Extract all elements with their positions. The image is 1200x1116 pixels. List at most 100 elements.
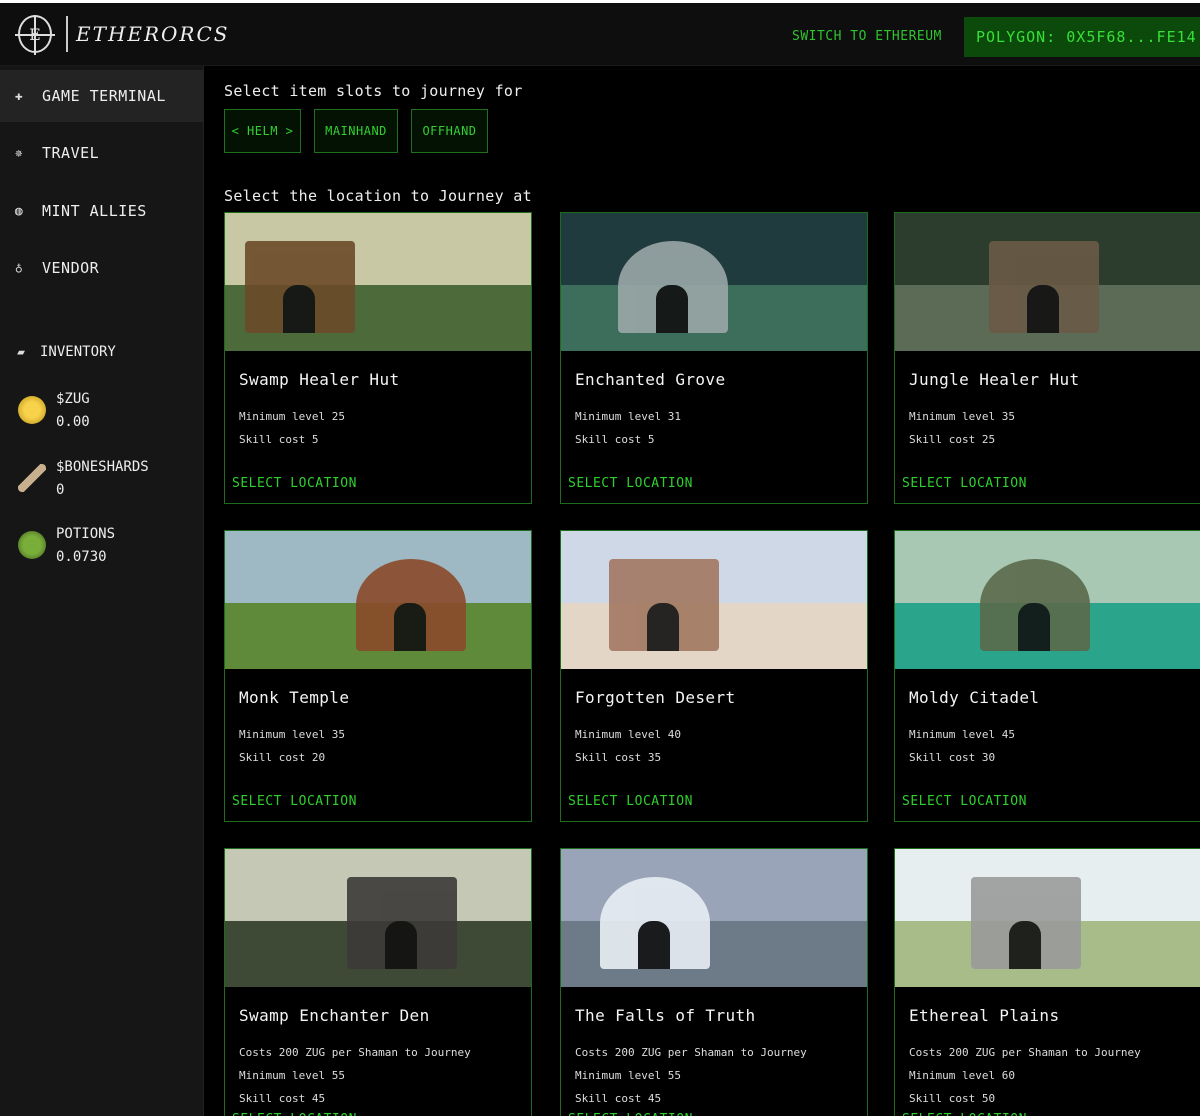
select-location-button[interactable]: SELECT LOCATION (902, 794, 1027, 809)
location-detail: Skill cost 30 (909, 751, 996, 764)
location-image (895, 849, 1200, 987)
location-detail: Skill cost 20 (239, 751, 326, 764)
location-image (895, 531, 1200, 669)
inventory-item-potions: POTIONS 0.0730 (18, 523, 115, 569)
select-location-button[interactable]: SELECT LOCATION (568, 794, 693, 809)
location-detail: Minimum level 55 (575, 1069, 681, 1082)
location-title: Monk Temple (239, 688, 350, 707)
slot-offhand-button[interactable]: OFFHAND (411, 109, 488, 153)
location-doorway (394, 603, 426, 651)
gamepad-icon: ✚ (14, 88, 24, 104)
inventory-item-value: 0.00 (56, 414, 90, 430)
location-doorway (385, 921, 417, 969)
location-card[interactable]: Jungle Healer Hut Minimum level 35 Skill c… (894, 212, 1200, 504)
location-detail: Minimum level 55 (239, 1069, 345, 1082)
slots-heading: Select item slots to journey for (224, 82, 523, 100)
location-detail: Skill cost 5 (239, 433, 319, 446)
location-detail: Skill cost 45 (239, 1092, 326, 1105)
location-detail: Minimum level 45 (909, 728, 1015, 741)
location-image (225, 531, 531, 669)
inventory-item-boneshards: $BONESHARDS 0 (18, 456, 149, 502)
main-content: Select item slots to journey for < HELM … (204, 66, 1200, 1116)
slot-helm-button[interactable]: < HELM > (224, 109, 301, 153)
select-location-button[interactable]: SELECT LOCATION (232, 476, 357, 491)
logo[interactable]: E ETHERORCS (15, 15, 230, 53)
location-image (561, 213, 867, 351)
location-detail: Minimum level 35 (239, 728, 345, 741)
allies-icon: ◍ (14, 203, 24, 219)
sidebar: ✚ GAME TERMINAL ✵ TRAVEL ◍ MINT ALLIES ♁… (0, 66, 204, 1116)
location-doorway (638, 921, 670, 969)
select-location-button[interactable]: SELECT LOCATION (568, 1112, 693, 1116)
select-location-button[interactable]: SELECT LOCATION (232, 794, 357, 809)
location-detail: Costs 200 ZUG per Shaman to Journey (575, 1046, 807, 1059)
location-doorway (647, 603, 679, 651)
location-title: The Falls of Truth (575, 1006, 756, 1025)
compass-icon: ✵ (14, 145, 24, 161)
inventory-item-name: $ZUG (56, 391, 90, 407)
logo-text: ETHERORCS (76, 22, 230, 46)
sidebar-item-label: VENDOR (42, 259, 100, 277)
location-title: Swamp Healer Hut (239, 370, 400, 389)
location-image (561, 531, 867, 669)
logo-divider (66, 16, 68, 52)
sidebar-item-label: MINT ALLIES (42, 202, 147, 220)
location-detail: Minimum level 25 (239, 410, 345, 423)
location-doorway (283, 285, 315, 333)
inventory-item-name: POTIONS (56, 526, 116, 542)
location-detail: Minimum level 35 (909, 410, 1015, 423)
location-structure (980, 559, 1090, 651)
location-card[interactable]: Enchanted Grove Minimum level 31 Skill cos… (560, 212, 868, 504)
wallet-button[interactable]: POLYGON: 0X5F68...FE14 (964, 17, 1200, 57)
inventory-item-value: 0 (56, 482, 65, 498)
location-title: Moldy Citadel (909, 688, 1040, 707)
select-location-button[interactable]: SELECT LOCATION (902, 1112, 1027, 1116)
bone-icon (18, 464, 46, 492)
location-title: Enchanted Grove (575, 370, 726, 389)
select-location-button[interactable]: SELECT LOCATION (902, 476, 1027, 491)
location-detail: Skill cost 45 (575, 1092, 662, 1105)
location-detail: Skill cost 5 (575, 433, 655, 446)
location-image (895, 213, 1200, 351)
sidebar-item-travel[interactable]: ✵ TRAVEL (0, 127, 204, 179)
location-doorway (1018, 603, 1050, 651)
inventory-heading: ▰ INVENTORY (14, 344, 116, 360)
select-location-button[interactable]: SELECT LOCATION (232, 1112, 357, 1116)
location-detail: Costs 200 ZUG per Shaman to Journey (909, 1046, 1141, 1059)
top-bar: E ETHERORCS SWITCH TO ETHEREUM POLYGON: … (0, 0, 1200, 66)
location-detail: Costs 200 ZUG per Shaman to Journey (239, 1046, 471, 1059)
location-card[interactable]: The Falls of Truth Costs 200 ZUG per Sham… (560, 848, 868, 1116)
backpack-icon: ▰ (17, 344, 25, 360)
location-detail: Minimum level 31 (575, 410, 681, 423)
location-card[interactable]: Swamp Enchanter Den Costs 200 ZUG per Sha… (224, 848, 532, 1116)
inventory-item-value: 0.0730 (56, 549, 107, 565)
sidebar-item-mint-allies[interactable]: ◍ MINT ALLIES (0, 185, 204, 237)
select-location-button[interactable]: SELECT LOCATION (568, 476, 693, 491)
location-doorway (1027, 285, 1059, 333)
zug-coin-icon (18, 396, 46, 424)
location-doorway (1009, 921, 1041, 969)
location-card[interactable]: Monk Temple Minimum level 35 Skill cost 20… (224, 530, 532, 822)
switch-to-ethereum-link[interactable]: SWITCH TO ETHEREUM (792, 29, 942, 44)
location-detail: Minimum level 40 (575, 728, 681, 741)
sidebar-item-label: TRAVEL (42, 144, 100, 162)
etherorcs-emblem-icon: E (15, 15, 55, 53)
location-card[interactable]: Moldy Citadel Minimum level 45 Skill cost … (894, 530, 1200, 822)
location-image (561, 849, 867, 987)
location-doorway (656, 285, 688, 333)
slot-mainhand-button[interactable]: MAINHAND (314, 109, 398, 153)
inventory-item-name: $BONESHARDS (56, 459, 149, 475)
location-heading: Select the location to Journey at (224, 187, 532, 205)
location-structure (356, 559, 466, 651)
sidebar-item-game-terminal[interactable]: ✚ GAME TERMINAL (0, 70, 204, 122)
sidebar-item-vendor[interactable]: ♁ VENDOR (0, 242, 204, 294)
location-detail: Minimum level 60 (909, 1069, 1015, 1082)
location-structure (971, 877, 1081, 969)
location-title: Forgotten Desert (575, 688, 736, 707)
location-detail: Skill cost 35 (575, 751, 662, 764)
inventory-item-zug: $ZUG 0.00 (18, 388, 90, 434)
location-detail: Skill cost 50 (909, 1092, 996, 1105)
location-card[interactable]: Forgotten Desert Minimum level 40 Skill co… (560, 530, 868, 822)
location-card[interactable]: Ethereal Plains Costs 200 ZUG per Shaman … (894, 848, 1200, 1116)
location-card[interactable]: Swamp Healer Hut Minimum level 25 Skill co… (224, 212, 532, 504)
